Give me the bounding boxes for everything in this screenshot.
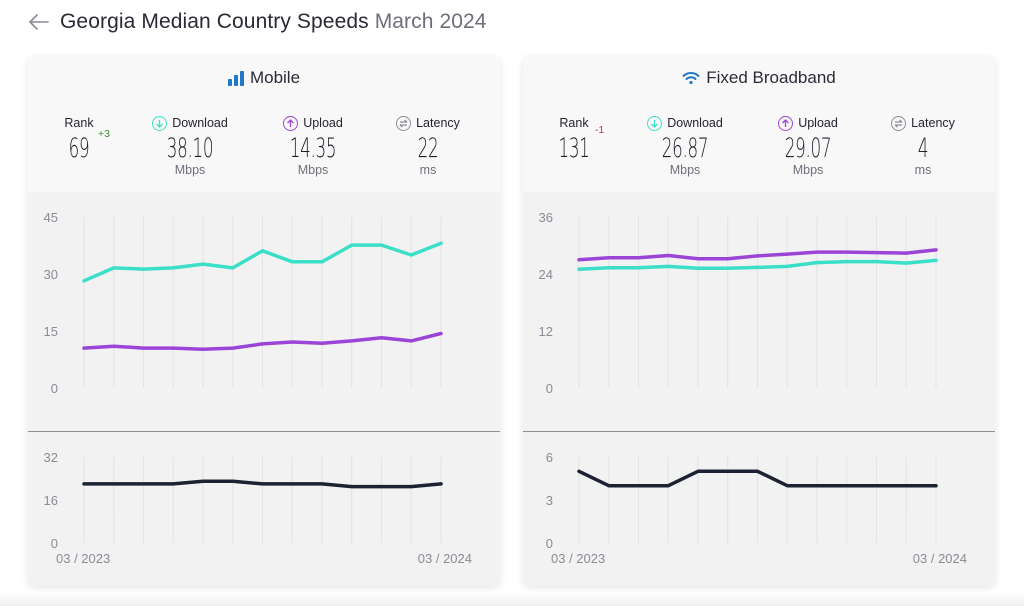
fixed-speed-y-tick-label: 0 [546, 381, 553, 396]
page-title-period: March 2024 [374, 10, 487, 33]
fixed-latency-x-tick-label-start: 03 / 2023 [551, 551, 605, 566]
mobile-latency-y-tick-label: 0 [51, 536, 58, 551]
chart-divider [28, 431, 500, 432]
fixed-latency-y-tick-label: 0 [546, 536, 553, 551]
fixed-latency-chart: 0 3 6 03 / 2023 03 / 2024 [546, 450, 967, 566]
fixed-charts: 0122436 03603 / 2023 03 / 2024 [539, 210, 967, 566]
page-header: Georgia Median Country Speeds March 2024 [28, 8, 487, 36]
mobile-latency-x-tick-label-start: 03 / 2023 [56, 551, 110, 566]
mobile-speed-chart: 0 15 30 45 [44, 210, 443, 396]
chart-divider [523, 431, 995, 432]
mobile-latency-y-tick-label: 16 [44, 493, 58, 508]
fixed-latency-x-tick-label-end: 03 / 2024 [913, 551, 967, 566]
mobile-speed-y-tick-label: 15 [44, 324, 58, 339]
fixed-speed-chart: 0 12 24 36 [539, 210, 938, 396]
fixed-speed-y-tick-label: 12 [539, 324, 553, 339]
arrow-left-icon [29, 14, 49, 30]
mobile-speed-y-tick-label: 0 [51, 381, 58, 396]
page-title-main: Georgia Median Country Speeds [60, 10, 369, 33]
back-button[interactable] [28, 11, 50, 33]
mobile-card: Mobile Rank 69 +3 Download 38.10 Mbps Up… [28, 56, 500, 586]
fixed-speed-y-tick-label: 24 [539, 267, 553, 282]
mobile-speed-y-tick-label: 30 [44, 267, 58, 282]
fixed-latency-y-tick-label: 3 [546, 493, 553, 508]
mobile-latency-y-tick-label: 32 [44, 450, 58, 465]
mobile-charts: 0 15 30 45 0 16 32 03 / 2023 03 / 2024 [44, 210, 472, 566]
fixed-speed-y-tick-label: 36 [539, 210, 553, 225]
page-bottom-edge [0, 592, 1024, 606]
mobile-latency-x-tick-label-end: 03 / 2024 [418, 551, 472, 566]
fixed-broadband-card: Fixed Broadband Rank 131 -1 Download 26.… [523, 56, 995, 586]
mobile-latency-chart: 0 16 32 03 / 2023 03 / 2024 [44, 450, 472, 566]
fixed-latency-y-tick-label: 6 [546, 450, 553, 465]
mobile-speed-y-tick-label: 45 [44, 210, 58, 225]
page-title: Georgia Median Country Speeds March 2024 [60, 10, 487, 34]
